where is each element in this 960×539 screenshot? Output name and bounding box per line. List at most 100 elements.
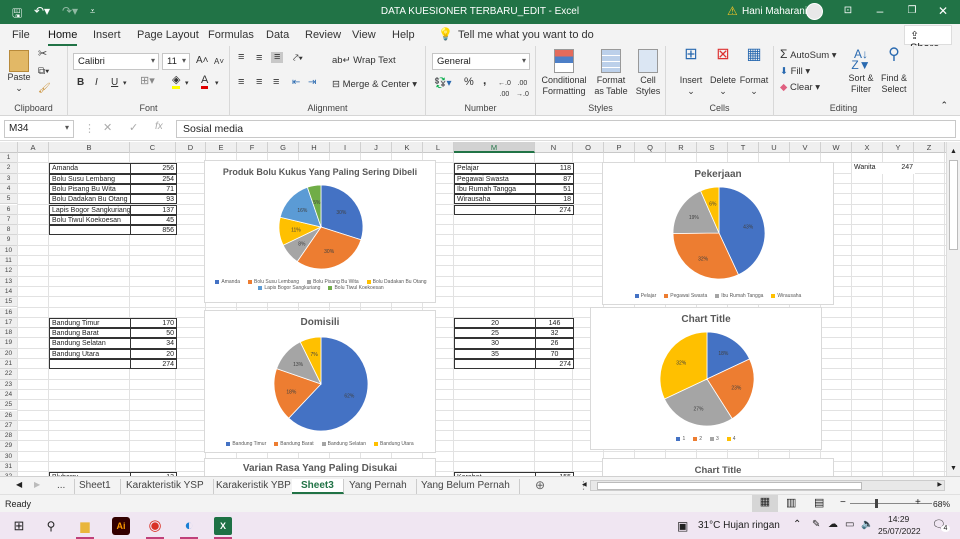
row-header-15[interactable]: 15 <box>0 297 18 308</box>
align-right-icon[interactable]: ≡ <box>273 77 279 88</box>
copy-icon[interactable]: ⧉▾ <box>38 66 49 77</box>
confirm-entry-icon[interactable]: ✓ <box>129 121 138 134</box>
produk-cell[interactable]: 45 <box>130 214 177 226</box>
column-header-z[interactable]: Z <box>914 142 945 153</box>
increase-font-icon[interactable]: A˄ <box>196 55 209 66</box>
pekerjaan-cell[interactable]: 118 <box>535 163 574 174</box>
comma-button[interactable]: , <box>483 74 486 86</box>
domisili-cell[interactable]: 20 <box>130 348 177 359</box>
tab-insert[interactable]: Insert <box>93 29 121 41</box>
add-sheet-icon[interactable]: ⊕ <box>535 478 545 492</box>
align-center-icon[interactable]: ≡ <box>256 77 262 88</box>
column-header-t[interactable]: T <box>728 142 759 153</box>
row-header-12[interactable]: 12 <box>0 266 18 277</box>
increase-indent-icon[interactable]: ⇥ <box>308 77 316 88</box>
chrome-icon[interactable]: ◉ <box>146 517 164 539</box>
fill-color-dropdown-icon[interactable]: ▾ <box>185 78 189 89</box>
pekerjaan-cell[interactable]: 51 <box>535 183 574 195</box>
column-header-b[interactable]: B <box>49 142 130 153</box>
produk-cell[interactable]: 137 <box>130 204 177 215</box>
chart-usia[interactable]: Chart Title 18% 23% 27% 32% 1234 <box>590 307 822 450</box>
scroll-up-icon[interactable]: ▲ <box>950 148 957 155</box>
produk-cell[interactable]: Amanda <box>49 163 131 174</box>
row-header-4[interactable]: 4 <box>0 183 18 195</box>
font-color-dropdown-icon[interactable]: ▾ <box>215 78 219 89</box>
row-header-16[interactable]: 16 <box>0 307 18 318</box>
sort-filter-button[interactable]: A↓ Z▼ Sort & Filter <box>846 48 876 95</box>
usia-cell[interactable]: 32 <box>535 328 574 339</box>
insert-function-icon[interactable]: fx <box>155 121 163 132</box>
sheet-tab-yang-pernah[interactable]: Yang Pernah <box>340 479 417 494</box>
domisili-cell[interactable]: Bandung Utara <box>49 348 131 359</box>
column-header-k[interactable]: K <box>392 142 423 153</box>
column-header-h[interactable]: H <box>299 142 330 153</box>
domisili-cell[interactable]: 34 <box>130 338 177 349</box>
row-header-9[interactable]: 9 <box>0 235 18 246</box>
autosum-button[interactable]: Σ AutoSum ▾ <box>780 48 837 61</box>
sheet-tab-sheet1[interactable]: Sheet1 <box>70 479 121 494</box>
column-header-d[interactable]: D <box>176 142 206 153</box>
find-select-button[interactable]: ⚲ Find & Select <box>878 47 910 95</box>
pekerjaan-cell[interactable]: 18 <box>535 194 574 205</box>
close-icon[interactable]: ✕ <box>933 4 953 18</box>
sheet-tab-sheet3[interactable]: Sheet3 <box>292 479 344 494</box>
clear-button[interactable]: ◆ Clear ▾ <box>780 82 820 93</box>
cell-styles-button[interactable]: Cell Styles <box>632 49 664 97</box>
produk-cell[interactable]: 856 <box>130 225 177 236</box>
collapse-ribbon-icon[interactable]: ⌃ <box>940 100 948 111</box>
name-box[interactable]: M34 <box>4 120 74 138</box>
row-header-1[interactable]: 1 <box>0 153 18 164</box>
column-header-u[interactable]: U <box>759 142 790 153</box>
scroll-right-icon[interactable]: ▶ <box>937 481 942 488</box>
produk-cell[interactable]: Bolu Tiwul Koekoesan <box>49 214 131 226</box>
gender-cell[interactable]: 247 <box>883 163 915 174</box>
usia-cell[interactable]: 20 <box>454 317 536 329</box>
clock-time[interactable]: 14:29 <box>888 514 909 524</box>
usia-cell[interactable]: 35 <box>454 348 536 359</box>
row-header-2[interactable]: 2 <box>0 163 18 174</box>
row-header-5[interactable]: 5 <box>0 194 18 205</box>
sheet-tab-yang-belum-pernah[interactable]: Yang Belum Pernah <box>412 479 520 494</box>
row-header-14[interactable]: 14 <box>0 286 18 298</box>
avatar[interactable] <box>806 3 823 20</box>
tab-review[interactable]: Review <box>305 29 341 41</box>
vertical-scrollbar[interactable]: ▲ ▼ <box>946 142 960 476</box>
decrease-decimal-icon[interactable]: .00 →.0 <box>516 78 529 100</box>
align-left-icon[interactable]: ≡ <box>238 77 244 88</box>
usia-cell[interactable]: 274 <box>535 359 574 370</box>
volume-icon[interactable]: 🔈 <box>861 519 873 530</box>
row-header-27[interactable]: 27 <box>0 420 18 432</box>
format-as-table-button[interactable]: Format as Table <box>592 49 630 97</box>
pekerjaan-cell[interactable]: Pelajar <box>454 163 536 174</box>
fill-button[interactable]: ⬇ Fill ▾ <box>780 66 810 77</box>
user-name[interactable]: Hani Maharani <box>742 6 807 17</box>
row-header-6[interactable]: 6 <box>0 204 18 215</box>
edge-icon[interactable]: ◐ <box>180 517 198 539</box>
align-middle-icon[interactable]: ≡ <box>256 53 262 64</box>
zoom-level[interactable]: 68% <box>933 499 950 509</box>
network-icon[interactable]: ☁ <box>828 519 838 530</box>
formula-input[interactable]: Sosial media <box>176 120 956 138</box>
delete-cells-button[interactable]: ⊠ Delete ⌄ <box>708 47 738 97</box>
underline-button[interactable]: U <box>111 77 118 88</box>
wrap-text-button[interactable]: ab↵ Wrap Text <box>332 55 396 66</box>
row-header-13[interactable]: 13 <box>0 276 18 287</box>
tab-view[interactable]: View <box>352 29 376 41</box>
column-header-m[interactable]: M <box>454 142 535 153</box>
next-sheet-icon[interactable]: ▶ <box>34 480 40 489</box>
search-icon[interactable]: ⚲ <box>42 517 60 535</box>
domisili-cell[interactable]: 50 <box>130 328 177 339</box>
conditional-formatting-button[interactable]: Conditional Formatting <box>540 49 588 97</box>
row-header-10[interactable]: 10 <box>0 245 18 256</box>
weather-text[interactable]: 31°C Hujan ringan <box>698 520 780 531</box>
scroll-down-icon[interactable]: ▼ <box>950 465 957 472</box>
tab-help[interactable]: Help <box>392 29 415 41</box>
font-color-icon[interactable]: A <box>201 75 209 89</box>
format-painter-icon[interactable]: 🖌 <box>38 83 51 94</box>
windows-start-icon[interactable]: ⊞ <box>10 517 28 535</box>
horizontal-scroll-thumb[interactable] <box>597 482 862 490</box>
sheet-tab-karakeristik-ybp[interactable]: Karakeristik YBP <box>207 479 301 494</box>
select-all-corner[interactable] <box>0 142 18 153</box>
page-break-view-icon[interactable]: ▤ <box>814 496 824 509</box>
usia-cell[interactable]: 26 <box>535 338 574 349</box>
